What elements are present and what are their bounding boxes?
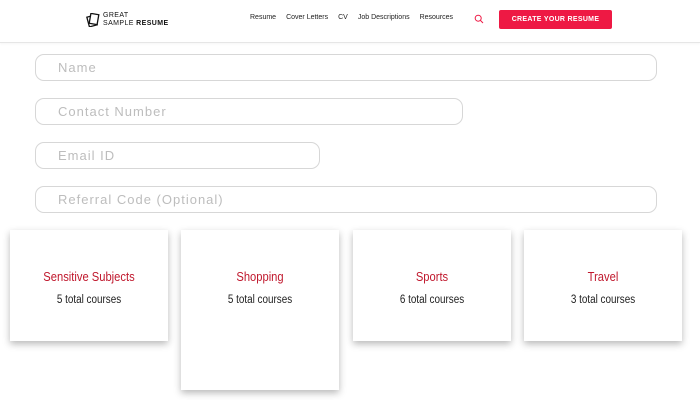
search-icon[interactable]: [474, 14, 484, 24]
course-card-count: 6 total courses: [399, 294, 465, 306]
course-card-title: Sensitive Subjects: [43, 269, 135, 284]
create-resume-button[interactable]: CREATE YOUR RESUME: [499, 10, 612, 29]
course-card-sensitive-subjects[interactable]: Sensitive Subjects 5 total courses: [10, 230, 168, 341]
course-card-count: 5 total courses: [56, 294, 122, 306]
site-logo[interactable]: GREAT SAMPLE RESUME: [86, 10, 169, 30]
nav-cv[interactable]: CV: [338, 14, 348, 21]
contact-number-input[interactable]: [35, 98, 463, 125]
nav-job-descriptions[interactable]: Job Descriptions: [358, 14, 410, 21]
course-card-title: Travel: [587, 269, 619, 284]
logo-line2-bold: RESUME: [136, 20, 169, 27]
course-card-title: Shopping: [236, 269, 284, 284]
email-input[interactable]: [35, 142, 320, 169]
logo-line1: GREAT: [103, 12, 129, 19]
logo-line2-light: SAMPLE: [103, 20, 134, 27]
logo-icon: [86, 13, 100, 27]
nav-resume[interactable]: Resume: [250, 14, 276, 21]
course-card-shopping[interactable]: Shopping 5 total courses: [181, 230, 339, 390]
logo-text: GREAT SAMPLE RESUME: [103, 12, 169, 28]
course-card-count: 3 total courses: [570, 294, 636, 306]
name-input[interactable]: [35, 54, 657, 81]
course-card-count: 5 total courses: [227, 294, 293, 306]
site-header: GREAT SAMPLE RESUME Resume Cover Letters…: [0, 0, 700, 43]
referral-code-input[interactable]: [35, 186, 657, 213]
course-card-title: Sports: [415, 269, 449, 284]
nav-cover-letters[interactable]: Cover Letters: [286, 14, 328, 21]
course-card-travel[interactable]: Travel 3 total courses: [524, 230, 682, 341]
nav-resources[interactable]: Resources: [420, 14, 453, 21]
course-card-sports[interactable]: Sports 6 total courses: [353, 230, 511, 341]
main-nav: Resume Cover Letters CV Job Descriptions…: [250, 14, 453, 21]
course-cards-section: Sensitive Subjects 5 total courses Shopp…: [0, 221, 700, 400]
